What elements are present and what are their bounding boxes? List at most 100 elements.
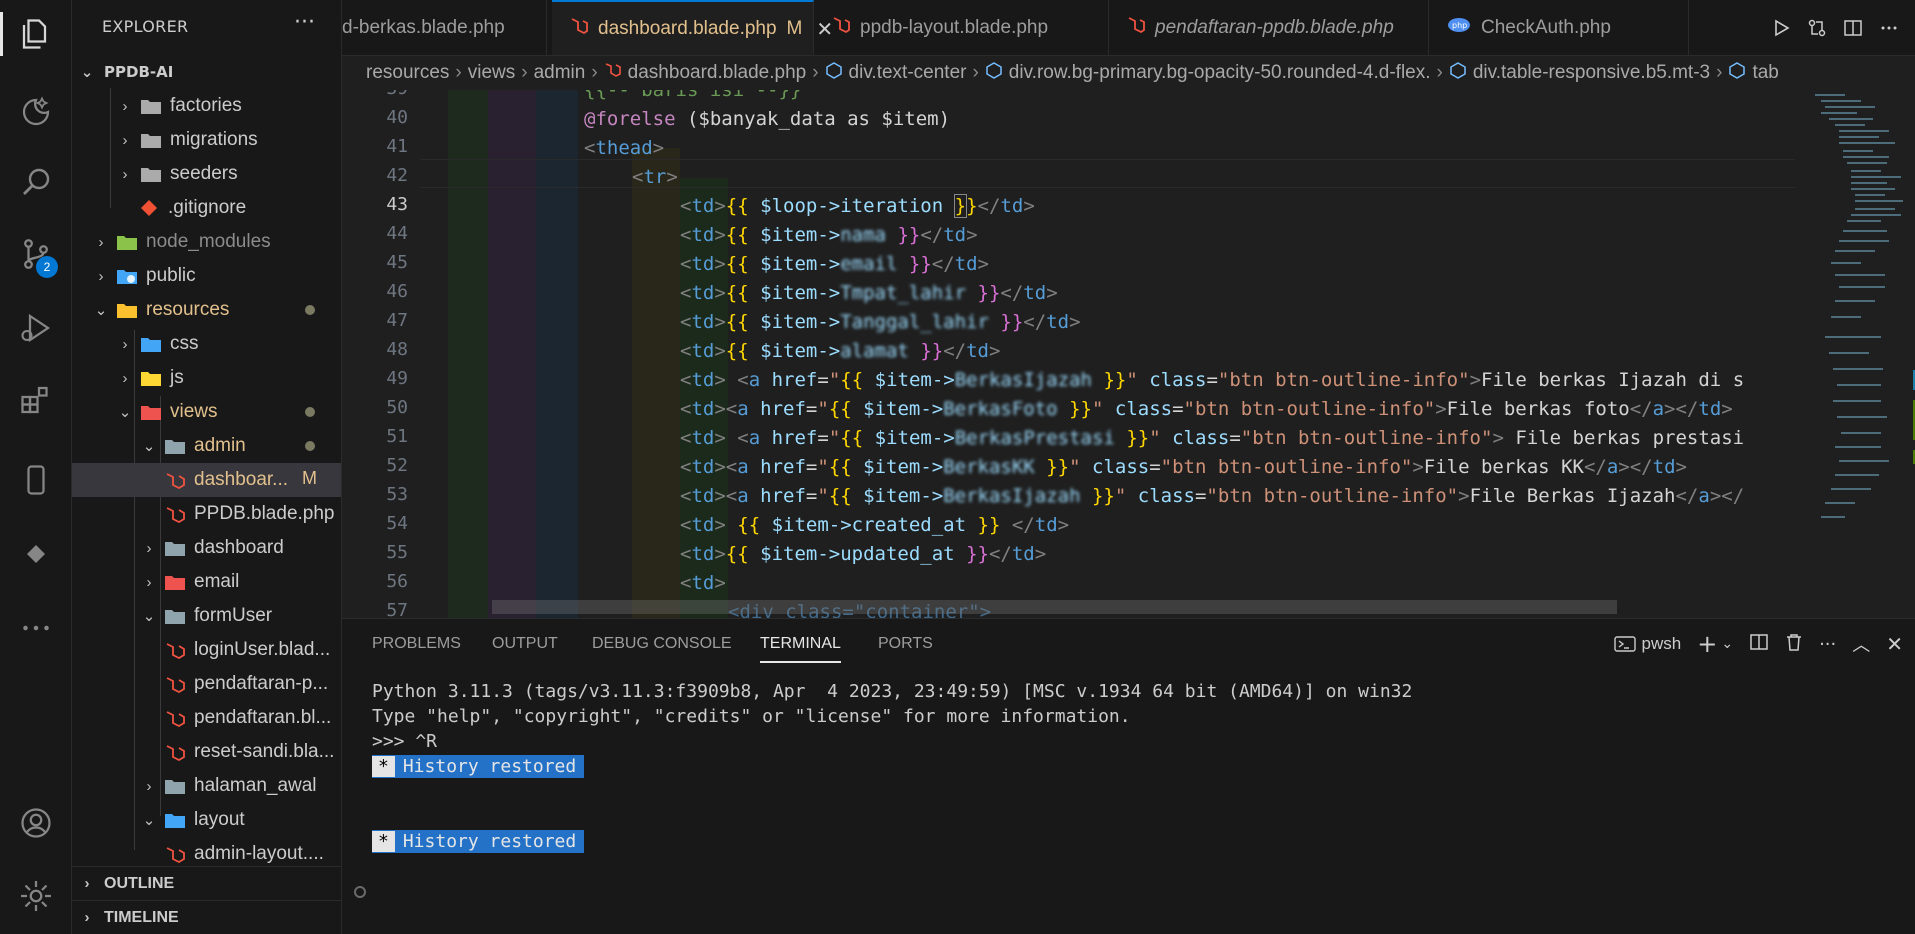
tree-file-gitignore[interactable]: .gitignore [72,191,341,225]
tree-label: formUser [194,605,273,626]
tab-label: CheckAuth.php [1481,17,1611,38]
chevron-right-icon: › [122,165,128,183]
source-control-icon[interactable]: 2 [0,226,72,282]
laravel-icon [164,709,186,728]
breadcrumb-item[interactable]: div.row.bg-primary.bg-opacity-50.rounded… [1009,62,1431,84]
tab-output[interactable]: OUTPUT [492,635,558,653]
search-icon[interactable] [0,154,72,210]
breadcrumb-item[interactable]: views [468,62,516,84]
explorer-more-icon[interactable]: ··· [294,10,315,35]
element-cube-icon [825,61,843,85]
minimap[interactable] [1795,90,1915,618]
redacted-text: Tmpat_lahir [840,282,967,304]
code-text: ($banyak_data as $item) [675,108,951,130]
code-var: $item-> [863,398,944,420]
code-line-45: <td>{{ $item->email }}</td> [680,253,989,275]
code-line-47: <td>{{ $item->Tanggal_lahir }}</td> [680,311,1081,333]
tab-checkauth[interactable]: php CheckAuth.php [1429,0,1689,55]
explorer-icon[interactable] [0,6,72,62]
workspace-root[interactable]: ⌄ PPDB-AI [72,58,341,86]
line-number: 45 [386,252,408,273]
breadcrumb-item[interactable]: resources [366,62,449,84]
maximize-panel-icon[interactable]: ︿ [1852,631,1870,657]
tree-file-pendaftaran-p[interactable]: pendaftaran-p... [72,667,341,701]
run-debug-icon[interactable] [0,300,72,356]
tab-problems[interactable]: PROBLEMS [372,635,461,653]
copilot-icon[interactable] [0,84,72,140]
tree-folder-admin[interactable]: ⌄ admin [72,429,341,463]
more-icon[interactable] [0,600,72,656]
tree-label: reset-sandi.bla... [194,741,335,762]
code-line-46: <td>{{ $item->Tmpat_lahir }}</td> [680,282,1058,304]
tab-pendaftaran-ppdb[interactable]: pendaftaran-ppdb.blade.php [1109,0,1429,55]
tree-folder-public[interactable]: › public [72,259,341,293]
new-terminal-icon[interactable]: + [1697,630,1717,658]
extensions-icon[interactable] [0,372,72,428]
element-cube-icon [1728,61,1746,85]
code-line-42: <tr> [632,166,678,188]
tab-terminal[interactable]: TERMINAL [760,635,841,663]
horizontal-scrollbar[interactable] [492,600,1617,614]
tree-folder-views[interactable]: ⌄ views [72,395,341,429]
explorer-sidebar: EXPLORER ··· ⌄ PPDB-AI › factories › mig… [72,0,342,934]
breadcrumb-item[interactable]: dashboard.blade.php [628,62,807,84]
modified-dot [305,407,315,417]
timeline-label: TIMELINE [104,908,179,926]
code-editor[interactable]: 39 40 41 42 43 44 45 46 47 48 49 50 51 5… [342,90,1915,618]
code-line-53: <td><a href="{{ $item->BerkasIjazah }}" … [680,485,1745,507]
tree-folder-migrations[interactable]: › migrations [72,123,341,157]
tree-file-dashboard-blade[interactable]: dashboar... M [72,463,341,497]
code-text: File Berkas Ijazah [1469,485,1676,507]
globe-folder-icon [116,267,138,285]
breadcrumb-item[interactable]: admin [534,62,586,84]
tree-file-pendaftaran[interactable]: pendaftaran.bl... [72,701,341,735]
tree-file-ppdb-blade[interactable]: PPDB.blade.php [72,497,341,531]
tree-file-reset-sandi[interactable]: reset-sandi.bla... [72,735,341,769]
tree-folder-seeders[interactable]: › seeders [72,157,341,191]
terminal-shell-selector[interactable]: pwsh [1613,634,1681,654]
tab-debug-console[interactable]: DEBUG CONSOLE [592,635,732,653]
chevron-down-icon: ⌄ [142,812,156,829]
tree-folder-formuser[interactable]: ⌄ formUser [72,599,341,633]
tree-file-loginuser[interactable]: loginUser.blad... [72,633,341,667]
tree-folder-css[interactable]: › css [72,327,341,361]
remote-device-icon[interactable] [0,452,72,508]
breadcrumb-item[interactable]: div.text-center [849,62,967,84]
breadcrumb-item[interactable]: div.table-responsive.b5.mt-3 [1473,62,1710,84]
tree-folder-layout[interactable]: ⌄ layout [72,803,341,837]
tab-berkas[interactable]: d-berkas.blade.php [342,0,547,55]
tree-folder-node-modules[interactable]: › node_modules [72,225,341,259]
breadcrumb-item[interactable]: tab [1752,62,1778,84]
tree-label: loginUser.blad... [194,639,331,660]
tree-folder-factories[interactable]: › factories [72,89,341,123]
tree-folder-dashboard[interactable]: › dashboard [72,531,341,565]
laravel-icon [164,471,186,490]
docker-icon[interactable] [0,526,72,582]
redacted-text: Tanggal_lahir [840,311,989,333]
tree-folder-resources[interactable]: ⌄ resources [72,293,341,327]
account-icon[interactable] [0,795,72,851]
settings-gear-icon[interactable] [0,868,72,924]
close-panel-icon[interactable]: ✕ [1886,632,1903,656]
tab-ports[interactable]: PORTS [878,635,933,653]
tree-folder-halaman-awal[interactable]: › halaman_awal [72,769,341,803]
compare-changes-icon[interactable] [1803,14,1831,42]
more-actions-icon[interactable]: ··· [1819,634,1836,655]
tree-folder-js[interactable]: › js [72,361,341,395]
terminal-output[interactable]: Python 3.11.3 (tags/v3.11.3:f3909b8, Apr… [372,679,1412,854]
split-terminal-icon[interactable] [1749,632,1769,656]
timeline-section[interactable]: › TIMELINE [72,900,341,934]
tab-ppdb-layout[interactable]: ppdb-layout.blade.php [814,0,1109,55]
tree-label: public [146,265,196,286]
run-icon[interactable] [1767,14,1795,42]
chevron-right-icon: › [98,267,104,285]
split-editor-icon[interactable] [1839,14,1867,42]
laravel-icon [832,16,850,40]
trash-icon[interactable] [1785,632,1803,656]
tree-folder-email[interactable]: › email [72,565,341,599]
outline-section[interactable]: › OUTLINE [72,866,341,900]
more-actions-icon[interactable] [1875,14,1903,42]
tab-label: pendaftaran-ppdb.blade.php [1155,17,1394,38]
tab-dashboard-blade[interactable]: dashboard.blade.php M ✕ [552,0,833,55]
chevron-down-icon[interactable]: ⌄ [1721,636,1733,652]
